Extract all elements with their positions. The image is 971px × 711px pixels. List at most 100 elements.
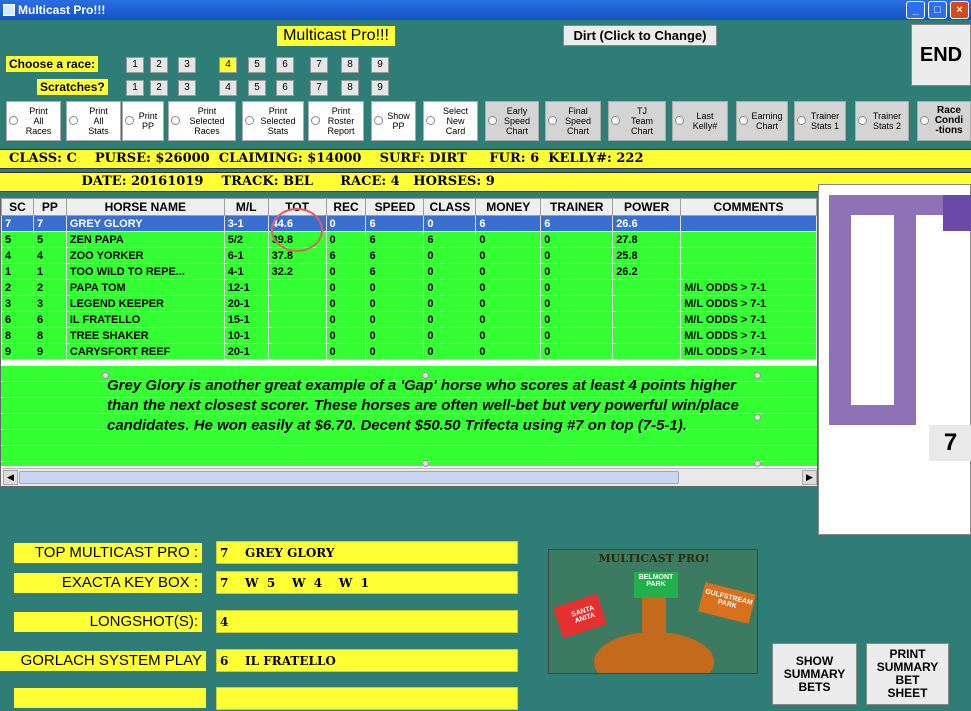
report-option-2[interactable]: Print PP bbox=[122, 101, 164, 141]
table-row[interactable]: 4 4 ZOO YORKER 6-1 37.8 6 6 0 0 0 25.8 bbox=[1, 247, 817, 264]
radio-icon[interactable] bbox=[69, 116, 78, 125]
race-button-8[interactable]: 8 bbox=[341, 57, 359, 73]
radio-icon[interactable] bbox=[245, 116, 254, 125]
surface-toggle-button[interactable]: Dirt (Click to Change) bbox=[563, 25, 717, 46]
print-summary-bet-sheet-button[interactable]: PRINT SUMMARY BET SHEET bbox=[866, 643, 949, 705]
scratch-button-4[interactable]: 4 bbox=[219, 80, 237, 96]
column-header[interactable]: POWER bbox=[612, 198, 682, 216]
column-header[interactable]: REC bbox=[325, 198, 367, 216]
table-row[interactable]: 6 6 IL FRATELLO 15-1 0 0 0 0 0 M/L ODDS > 7-1 bbox=[1, 311, 817, 328]
table-row[interactable]: 2 2 PAPA TOM 12-1 0 0 0 0 0 M/L ODDS > 7-1 bbox=[1, 279, 817, 296]
report-option-6[interactable]: Show PP bbox=[371, 101, 416, 141]
column-header[interactable]: TRAINER bbox=[540, 198, 614, 216]
top-multicast-field[interactable]: 7 GREY GLORY bbox=[216, 541, 518, 564]
scratch-button-1[interactable]: 1 bbox=[126, 80, 144, 96]
scroll-right-icon[interactable]: ▶ bbox=[802, 470, 817, 485]
scratch-button-8[interactable]: 8 bbox=[341, 80, 359, 96]
table-row[interactable]: 1 1 TOO WILD TO REPE... 4-1 32.2 0 6 0 0 0 26.2 bbox=[1, 263, 817, 280]
end-button[interactable]: END bbox=[911, 24, 971, 86]
race-button-7[interactable]: 7 bbox=[310, 57, 328, 73]
exacta-field[interactable]: 7 W 5 W 4 W 1 bbox=[216, 571, 518, 594]
scratch-button-7[interactable]: 7 bbox=[310, 80, 328, 96]
report-option-3[interactable]: Print Selected Races bbox=[168, 101, 236, 141]
race-button-4[interactable]: 4 bbox=[219, 57, 237, 73]
scratch-button-3[interactable]: 3 bbox=[178, 80, 196, 96]
race-button-3[interactable]: 3 bbox=[178, 57, 196, 73]
horizontal-scrollbar[interactable]: ◀ ▶ bbox=[2, 468, 817, 486]
resize-handle[interactable] bbox=[422, 460, 429, 467]
table-row[interactable]: 9 9 CARYSFORT REEF 20-1 0 0 0 0 0 M/L ODDS > 7-1 bbox=[1, 343, 817, 360]
race-button-5[interactable]: 5 bbox=[248, 57, 266, 73]
column-header[interactable]: PP bbox=[32, 198, 67, 216]
report-option-13[interactable]: Trainer Stats 1 bbox=[794, 101, 846, 141]
table-cell: 25.8 bbox=[612, 247, 682, 264]
radio-icon[interactable] bbox=[611, 116, 620, 125]
report-option-10[interactable]: TJ Team Chart bbox=[608, 101, 666, 141]
race-button-1[interactable]: 1 bbox=[126, 57, 144, 73]
scratch-button-2[interactable]: 2 bbox=[150, 80, 168, 96]
resize-handle[interactable] bbox=[754, 460, 761, 467]
table-row[interactable]: 3 3 LEGEND KEEPER 20-1 0 0 0 0 0 M/L ODDS > 7-1 bbox=[1, 295, 817, 312]
resize-handle[interactable] bbox=[102, 372, 109, 379]
scratch-button-9[interactable]: 9 bbox=[371, 80, 389, 96]
radio-icon[interactable] bbox=[548, 116, 557, 125]
column-header[interactable]: SPEED bbox=[365, 198, 425, 216]
table-row[interactable]: 5 5 ZEN PAPA 5/2 39.8 0 6 6 0 0 27.8 bbox=[1, 231, 817, 248]
radio-icon[interactable] bbox=[9, 116, 18, 125]
report-option-12[interactable]: Earning Chart bbox=[736, 101, 788, 141]
radio-icon[interactable] bbox=[920, 116, 929, 125]
scratch-button-6[interactable]: 6 bbox=[276, 80, 294, 96]
radio-icon[interactable] bbox=[675, 116, 684, 125]
report-option-8[interactable]: Early Speed Chart bbox=[485, 101, 539, 141]
report-option-11[interactable]: Last Kelly# bbox=[672, 101, 728, 141]
gorlach-field[interactable]: 6 IL FRATELLO bbox=[216, 649, 518, 672]
extra-field[interactable] bbox=[216, 687, 518, 710]
radio-icon[interactable] bbox=[488, 116, 497, 125]
radio-icon[interactable] bbox=[426, 116, 435, 125]
column-header[interactable]: SC bbox=[1, 198, 34, 216]
column-header[interactable]: HORSE NAME bbox=[65, 198, 225, 216]
close-icon[interactable]: × bbox=[950, 1, 969, 19]
resize-handle[interactable] bbox=[754, 414, 761, 421]
report-option-15[interactable]: Race Condi -tions bbox=[917, 101, 971, 141]
column-header[interactable]: COMMENTS bbox=[680, 198, 817, 216]
radio-icon[interactable] bbox=[858, 116, 867, 125]
race-button-2[interactable]: 2 bbox=[150, 57, 168, 73]
app-icon bbox=[3, 4, 15, 16]
report-option-9[interactable]: Final Speed Chart bbox=[545, 101, 601, 141]
table-row[interactable]: 7 7 GREY GLORY 3-1 44.6 0 6 0 6 6 26.6 bbox=[1, 215, 817, 232]
radio-icon[interactable] bbox=[374, 116, 383, 125]
column-header[interactable]: MONEY bbox=[475, 198, 542, 216]
resize-handle[interactable] bbox=[422, 372, 429, 379]
scroll-left-icon[interactable]: ◀ bbox=[3, 470, 18, 485]
scroll-thumb[interactable] bbox=[19, 471, 679, 484]
minimize-icon[interactable]: _ bbox=[906, 1, 925, 19]
report-option-14[interactable]: Trainer Stats 2 bbox=[855, 101, 909, 141]
radio-icon[interactable] bbox=[739, 116, 748, 125]
table-cell: 0 bbox=[325, 231, 367, 248]
longshot-field[interactable]: 4 bbox=[216, 610, 518, 633]
report-option-7[interactable]: Select New Card bbox=[423, 101, 478, 141]
column-header[interactable]: M/L bbox=[223, 198, 269, 216]
radio-icon[interactable] bbox=[171, 116, 180, 125]
report-option-label: Last Kelly# bbox=[692, 111, 718, 131]
radio-icon[interactable] bbox=[125, 116, 134, 125]
radio-icon[interactable] bbox=[311, 116, 320, 125]
radio-icon[interactable] bbox=[797, 116, 806, 125]
report-option-1[interactable]: Print All Stats bbox=[66, 101, 121, 141]
report-option-4[interactable]: Print Selected Stats bbox=[242, 101, 304, 141]
table-row[interactable]: 8 8 TREE SHAKER 10-1 0 0 0 0 0 M/L ODDS > 7-1 bbox=[1, 327, 817, 344]
maximize-icon[interactable]: □ bbox=[928, 1, 947, 19]
race-button-6[interactable]: 6 bbox=[276, 57, 294, 73]
column-header[interactable]: CLASS bbox=[423, 198, 477, 216]
horse-grid[interactable]: SC PP HORSE NAME M/L TOT REC SPEED CLASS MONEY TR… bbox=[0, 197, 818, 487]
table-cell: 6 bbox=[365, 247, 425, 264]
scratch-button-5[interactable]: 5 bbox=[248, 80, 266, 96]
resize-handle[interactable] bbox=[754, 372, 761, 379]
report-option-5[interactable]: Print Roster Report bbox=[308, 101, 364, 141]
report-option-0[interactable]: Print All Races bbox=[6, 101, 61, 141]
show-summary-bets-button[interactable]: SHOW SUMMARY BETS bbox=[772, 643, 857, 705]
race-button-9[interactable]: 9 bbox=[371, 57, 389, 73]
table-cell: 0 bbox=[423, 295, 477, 312]
table-cell: 0 bbox=[365, 295, 425, 312]
